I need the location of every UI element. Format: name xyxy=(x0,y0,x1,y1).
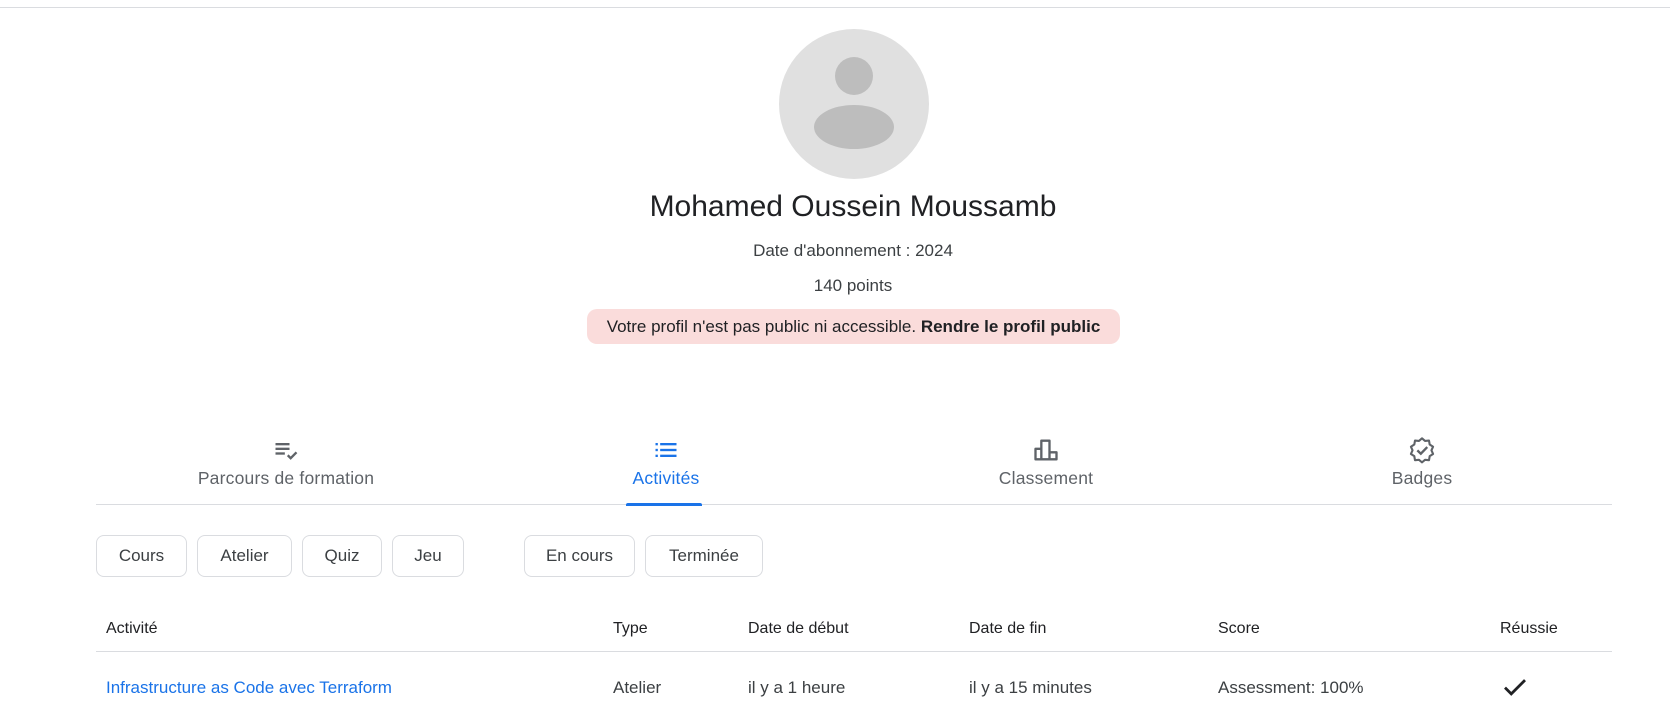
leaderboard-icon xyxy=(1034,439,1058,461)
filter-chip-jeu[interactable]: Jeu xyxy=(392,535,464,577)
filter-chip-terminee[interactable]: Terminée xyxy=(645,535,763,577)
column-header-score: Score xyxy=(1218,620,1260,637)
tab-badges[interactable]: Badges xyxy=(1232,430,1612,505)
points-count: 140 points xyxy=(813,276,893,295)
tab-activities[interactable]: Activités xyxy=(476,430,856,506)
tab-label: Activités xyxy=(632,468,700,488)
person-icon xyxy=(814,57,894,149)
tab-label: Badges xyxy=(1391,468,1453,488)
verified-badge-icon xyxy=(1409,437,1435,464)
column-header-type: Type xyxy=(613,620,648,637)
make-profile-public-link[interactable]: Rendre le profil public xyxy=(921,317,1100,336)
playlist-check-icon xyxy=(275,443,298,460)
member-since: Date d'abonnement : 2024 xyxy=(753,241,953,260)
activity-end-date: il y a 15 minutes xyxy=(969,678,1092,697)
column-header-start-date: Date de début xyxy=(748,620,849,637)
profile-name: Mohamed Oussein Moussamb xyxy=(649,190,1057,223)
profile-tabs: Parcours de formation Activités Classeme… xyxy=(96,430,1612,506)
activity-link[interactable]: Infrastructure as Code avec Terraform xyxy=(106,678,392,698)
tab-leaderboard[interactable]: Classement xyxy=(856,430,1236,505)
filter-chip-en-cours[interactable]: En cours xyxy=(524,535,635,577)
notice-text: Votre profil n'est pas public ni accessi… xyxy=(606,317,921,336)
table-header: Activité Type Date de début Date de fin … xyxy=(96,612,1612,652)
active-tab-indicator xyxy=(626,503,702,506)
activity-start-date: il y a 1 heure xyxy=(748,678,846,697)
tab-label: Parcours de formation xyxy=(197,468,375,488)
profile-visibility-notice: Votre profil n'est pas public ni accessi… xyxy=(587,309,1120,344)
activity-score: Assessment: 100% xyxy=(1218,678,1364,697)
column-header-activity: Activité xyxy=(106,620,158,637)
activity-type: Atelier xyxy=(613,678,662,697)
filter-chip-cours[interactable]: Cours xyxy=(96,535,187,577)
filter-chip-atelier[interactable]: Atelier xyxy=(197,535,292,577)
list-icon xyxy=(655,443,677,457)
filter-chip-quiz[interactable]: Quiz xyxy=(302,535,382,577)
avatar xyxy=(779,29,929,179)
check-icon xyxy=(1504,679,1526,696)
tab-label: Classement xyxy=(998,468,1094,488)
activities-table: Activité Type Date de début Date de fin … xyxy=(96,612,1612,652)
tab-learning-paths[interactable]: Parcours de formation xyxy=(96,430,476,505)
top-divider xyxy=(0,0,1670,8)
column-header-end-date: Date de fin xyxy=(969,620,1047,637)
column-header-passed: Réussie xyxy=(1500,620,1558,637)
